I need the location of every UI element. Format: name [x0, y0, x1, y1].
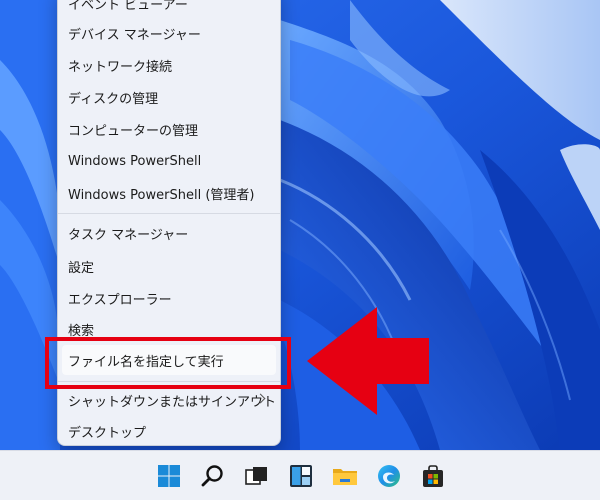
menu-item-label: シャットダウンまたはサインアウト	[68, 394, 277, 410]
menu-item-label: デバイス マネージャー	[68, 27, 201, 43]
menu-item-powershell[interactable]: Windows PowerShell	[62, 147, 276, 175]
edge-icon[interactable]	[375, 462, 403, 490]
menu-item-label: 設定	[68, 260, 95, 276]
task-view-icon[interactable]	[243, 462, 271, 490]
menu-item-label: 検索	[68, 323, 95, 339]
start-icon[interactable]	[155, 462, 183, 490]
menu-item-computer-management[interactable]: コンピューターの管理	[62, 115, 276, 143]
menu-item-label: タスク マネージャー	[68, 227, 189, 243]
widgets-icon[interactable]	[287, 462, 315, 490]
menu-item-desktop[interactable]: デスクトップ	[62, 417, 276, 445]
store-icon[interactable]	[419, 462, 447, 490]
menu-item-label: ネットワーク接続	[68, 59, 173, 75]
menu-item-disk-management[interactable]: ディスクの管理	[62, 83, 276, 111]
annotation-highlight-box	[45, 337, 291, 389]
file-explorer-icon[interactable]	[331, 462, 359, 490]
menu-item-label: ディスクの管理	[68, 91, 159, 107]
menu-item-label: コンピューターの管理	[68, 123, 199, 139]
menu-item-explorer[interactable]: エクスプローラー	[62, 284, 276, 312]
annotation-arrow-icon	[307, 307, 429, 415]
menu-item-network-connections[interactable]: ネットワーク接続	[62, 51, 276, 79]
menu-item-settings[interactable]: 設定	[62, 252, 276, 280]
taskbar	[0, 450, 600, 500]
menu-item-device-manager[interactable]: デバイス マネージャー	[62, 19, 276, 47]
menu-item-label: エクスプローラー	[68, 292, 172, 308]
menu-item-label: Windows PowerShell	[68, 153, 202, 169]
menu-item-label: デスクトップ	[68, 425, 147, 441]
menu-item-powershell-admin[interactable]: Windows PowerShell (管理者)	[62, 179, 276, 207]
menu-item-task-manager[interactable]: タスク マネージャー	[62, 219, 276, 247]
menu-item-event-viewer[interactable]: イベント ビューアー	[62, 0, 276, 17]
menu-item-shutdown-signout[interactable]: シャットダウンまたはサインアウト	[62, 386, 276, 414]
menu-item-label: Windows PowerShell (管理者)	[68, 187, 255, 203]
menu-separator	[58, 213, 280, 214]
menu-item-label: イベント ビューアー	[68, 0, 188, 13]
search-icon[interactable]	[199, 462, 227, 490]
